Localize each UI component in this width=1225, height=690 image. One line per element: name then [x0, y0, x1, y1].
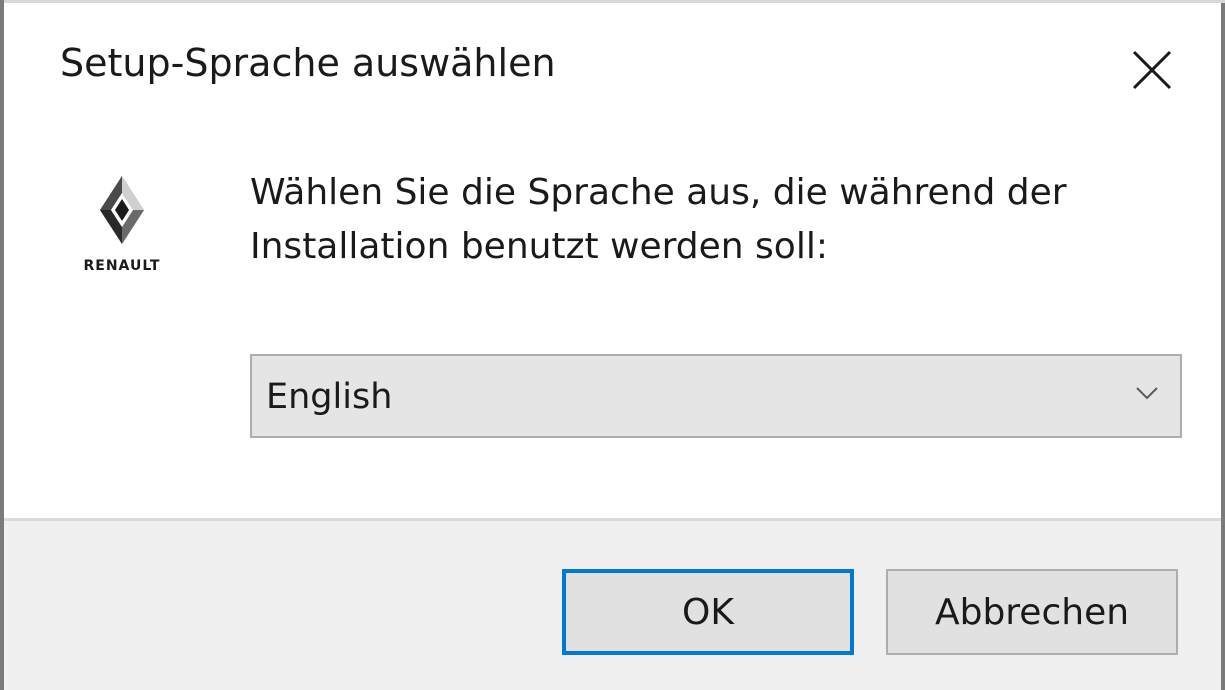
setup-language-dialog: Setup-Sprache auswählen RENAULT Wählen S…: [0, 0, 1225, 690]
language-select-value: English: [266, 377, 393, 417]
renault-logo: RENAULT: [56, 166, 188, 286]
logo-wordmark: RENAULT: [83, 258, 161, 274]
ok-button[interactable]: OK: [562, 569, 854, 655]
chevron-down-icon: [1136, 387, 1158, 400]
title-bar[interactable]: Setup-Sprache auswählen: [4, 0, 1221, 140]
close-button[interactable]: [1122, 40, 1182, 100]
instruction-text: Wählen Sie die Sprache aus, die während …: [250, 166, 1180, 274]
close-icon: [1132, 50, 1172, 90]
language-select[interactable]: English: [250, 354, 1182, 438]
dialog-footer: OK Abbrechen: [4, 518, 1221, 690]
instruction-line-2: Installation benutzt werden soll:: [250, 226, 828, 267]
instruction-line-1: Wählen Sie die Sprache aus, die während …: [250, 172, 1067, 213]
renault-diamond-icon: [100, 176, 144, 244]
dialog-title: Setup-Sprache auswählen: [60, 41, 556, 85]
cancel-button[interactable]: Abbrechen: [886, 569, 1178, 655]
